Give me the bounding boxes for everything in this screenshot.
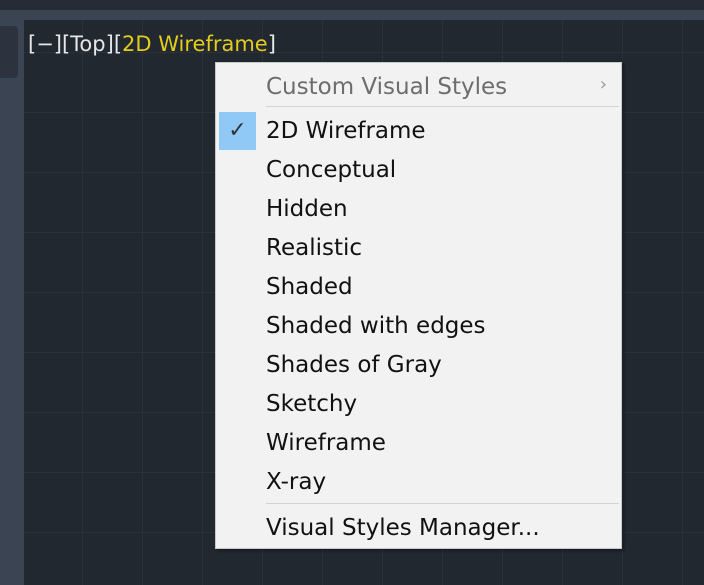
menu-separator	[266, 503, 619, 504]
menu-item-shaded-with-edges[interactable]: Shaded with edges	[216, 307, 621, 346]
visual-styles-menu: Custom Visual Styles › ✓ 2D Wireframe Conc…	[215, 62, 622, 549]
menu-item-shaded[interactable]: Shaded	[216, 268, 621, 307]
menu-item-realistic[interactable]: Realistic	[216, 229, 621, 268]
menu-item-label: Shaded with edges	[266, 313, 486, 339]
chevron-right-icon: ›	[599, 74, 607, 95]
checkmark-icon: ✓	[219, 112, 256, 150]
viewport-menu-control[interactable]: [−]	[28, 32, 62, 56]
menu-item-label: Conceptual	[266, 157, 397, 183]
visual-style-label: 2D Wireframe	[122, 32, 268, 56]
menu-item-label: Hidden	[266, 196, 348, 222]
menu-item-label: Custom Visual Styles	[266, 74, 508, 100]
menu-item-label: Sketchy	[266, 391, 358, 417]
menu-item-label: Shaded	[266, 274, 353, 300]
bracket: ]	[267, 32, 276, 56]
menu-item-custom-visual-styles[interactable]: Custom Visual Styles ›	[216, 68, 621, 107]
menu-item-label: Shades of Gray	[266, 352, 442, 378]
menu-item-label: Visual Styles Manager...	[266, 515, 540, 541]
menu-item-sketchy[interactable]: Sketchy	[216, 385, 621, 424]
menu-separator	[266, 106, 619, 107]
menu-item-label: Realistic	[266, 235, 363, 261]
menu-item-label: Wireframe	[266, 430, 386, 456]
ribbon-band	[0, 10, 704, 20]
left-panel	[0, 20, 24, 585]
menu-item-label: 2D Wireframe	[266, 118, 426, 144]
title-bar	[0, 0, 704, 10]
menu-item-label: X-ray	[266, 469, 327, 495]
visual-style-control[interactable]: [2D Wireframe]	[114, 32, 276, 56]
menu-item-conceptual[interactable]: Conceptual	[216, 151, 621, 190]
menu-item-wireframe[interactable]: Wireframe	[216, 424, 621, 463]
viewport-controls: [−][Top][2D Wireframe]	[28, 32, 276, 56]
menu-item-2d-wireframe[interactable]: ✓ 2D Wireframe	[216, 112, 621, 151]
left-panel-tab[interactable]	[0, 26, 18, 78]
menu-item-visual-styles-manager[interactable]: Visual Styles Manager...	[216, 509, 621, 548]
bracket: [	[113, 32, 123, 56]
view-control[interactable]: [Top]	[62, 32, 114, 56]
menu-item-shades-of-gray[interactable]: Shades of Gray	[216, 346, 621, 385]
menu-item-x-ray[interactable]: X-ray	[216, 463, 621, 502]
menu-item-hidden[interactable]: Hidden	[216, 190, 621, 229]
